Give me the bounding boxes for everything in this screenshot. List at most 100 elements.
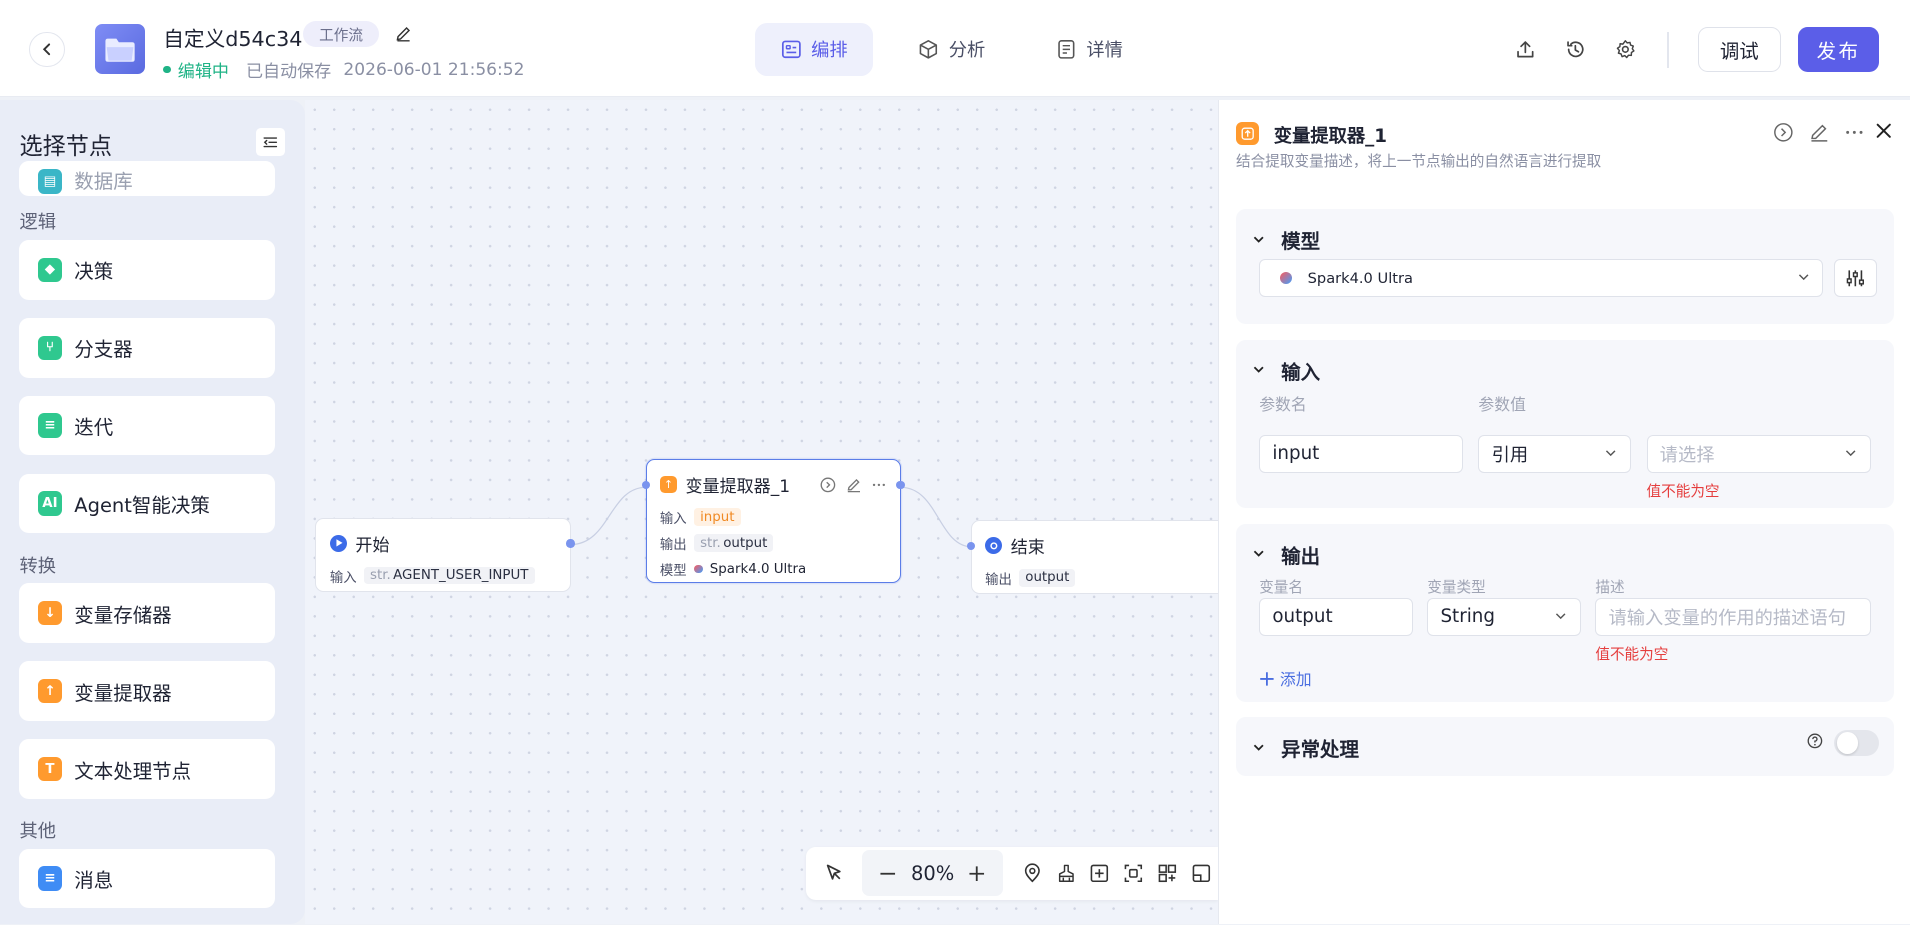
flow-node-end[interactable]: 结束 输出 output — [966, 520, 1239, 595]
workflow-canvas[interactable]: 开始 输入 str. AGENT_USER_INPUT ↑ 变量提取器_1 输入 … — [304, 99, 1239, 925]
more-icon[interactable] — [871, 477, 887, 493]
close-panel-button[interactable] — [1874, 121, 1893, 145]
model-select[interactable]: Spark4.0 Ultra — [1259, 259, 1824, 298]
node-item-database[interactable]: ▤ 数据库 — [19, 160, 276, 197]
edit-node-icon[interactable] — [846, 477, 862, 493]
node-item-variable-store[interactable]: ↓ 变量存储器 — [19, 583, 276, 643]
param-name-value: input — [1272, 443, 1320, 465]
param-name-input[interactable]: input — [1259, 434, 1463, 473]
output-port[interactable] — [566, 539, 575, 548]
minimap-icon — [1192, 864, 1210, 882]
add-output-button[interactable]: 添加 — [1259, 667, 1312, 690]
run-node-icon[interactable] — [820, 477, 836, 493]
input-port[interactable] — [966, 541, 976, 551]
export-button[interactable] — [1514, 38, 1537, 61]
chevron-down-icon[interactable] — [1251, 546, 1268, 563]
exception-toggle[interactable] — [1834, 729, 1880, 757]
model-params-button[interactable] — [1834, 259, 1877, 298]
node-item-text-processing[interactable]: T 文本处理节点 — [19, 739, 276, 799]
debug-button[interactable]: 调试 — [1697, 26, 1781, 72]
spark-icon — [1279, 272, 1292, 285]
run-node-icon[interactable] — [1773, 122, 1794, 143]
locate-button[interactable] — [1015, 856, 1049, 891]
input-section: 输入 参数名 参数值 input 引用 请选择 值不能为空 — [1236, 339, 1894, 508]
help-icon[interactable] — [1807, 733, 1823, 749]
group-other-label: 其他 — [19, 821, 57, 843]
zoom-level: 80% — [910, 861, 955, 885]
model-section-header: 模型 — [1251, 225, 1320, 254]
node-item-label: 数据库 — [74, 169, 133, 193]
node-item-branch[interactable]: ⑂ 分支器 — [19, 317, 276, 378]
zoom-out-button[interactable] — [871, 856, 906, 891]
chevron-down-icon[interactable] — [1251, 362, 1268, 379]
variable-extractor-icon: ↑ — [659, 476, 677, 494]
decision-icon: ◆ — [37, 257, 63, 282]
param-ref-type-select[interactable]: 引用 — [1478, 434, 1631, 473]
cube-icon — [919, 40, 938, 59]
ai-icon: AI — [37, 491, 63, 516]
node-item-label: 决策 — [74, 260, 114, 284]
history-button[interactable] — [1564, 38, 1587, 61]
cursor-icon — [826, 864, 841, 880]
var-type-select[interactable]: String — [1427, 598, 1581, 636]
param-value-placeholder: 请选择 — [1659, 444, 1715, 466]
tab-details[interactable]: 详情 — [1030, 23, 1148, 75]
var-name-input[interactable]: output — [1259, 598, 1413, 636]
edit-title-button[interactable] — [395, 24, 412, 47]
output-section-header: 输出 — [1251, 540, 1320, 569]
minimap-button[interactable] — [1184, 856, 1218, 891]
spark-icon — [693, 564, 703, 574]
select-tool-button[interactable] — [817, 856, 851, 891]
edit-node-icon[interactable] — [1809, 122, 1830, 143]
value-chip: str. output — [693, 534, 774, 552]
output-port[interactable] — [896, 480, 905, 490]
flow-node-start[interactable]: 开始 输入 str. AGENT_USER_INPUT — [315, 517, 575, 592]
node-picker-title: 选择节点 — [19, 133, 112, 160]
param-name-label: 参数名 — [1259, 395, 1307, 415]
node-picker-panel: 选择节点 ▤ 数据库 逻辑 ◆ 决策 ⑂ 分支器 ≡ 迭代 AI Agent智能… — [0, 99, 305, 925]
zoom-in-button[interactable] — [959, 856, 994, 891]
flow-node-output-row: 输出 str. output — [660, 533, 887, 553]
flow-node-input-row: 输入 input — [660, 507, 887, 527]
var-desc-input[interactable]: 请输入变量的作用的描述语句 — [1595, 598, 1871, 636]
tab-analysis[interactable]: 分析 — [893, 23, 1011, 75]
collapse-panel-button[interactable] — [255, 127, 285, 156]
document-icon — [1058, 40, 1075, 59]
location-icon — [1024, 863, 1040, 883]
node-item-decision[interactable]: ◆ 决策 — [19, 239, 276, 300]
tab-orchestrate[interactable]: 编排 — [755, 23, 874, 76]
text-icon: T — [37, 756, 63, 782]
more-icon[interactable] — [1844, 122, 1865, 143]
cleanup-button[interactable] — [1049, 856, 1083, 891]
node-item-variable-extractor[interactable]: ↑ 变量提取器 — [19, 661, 276, 721]
input-port[interactable] — [641, 480, 651, 490]
back-button[interactable] — [29, 31, 65, 67]
history-icon — [1567, 41, 1584, 58]
chevron-down-icon[interactable] — [1251, 739, 1268, 756]
flow-node-header: 开始 — [329, 531, 557, 556]
fit-view-button[interactable] — [1117, 856, 1151, 891]
add-node-button[interactable] — [1083, 856, 1117, 891]
param-value-select[interactable]: 请选择 — [1646, 434, 1871, 473]
chevron-down-icon — [1604, 443, 1617, 464]
folder-icon — [105, 38, 135, 62]
node-item-label: 消息 — [74, 869, 114, 893]
var-desc-error: 值不能为空 — [1595, 646, 1669, 664]
node-item-message[interactable]: ≡ 消息 — [19, 848, 276, 909]
flow-node-variable-extractor[interactable]: ↑ 变量提取器_1 输入 input 输出 str. output 模型 Spar… — [641, 459, 905, 584]
layout-button[interactable] — [1150, 856, 1184, 891]
group-transform-label: 转换 — [19, 555, 57, 577]
exception-section: 异常处理 — [1236, 717, 1894, 776]
chevron-down-icon — [1797, 270, 1810, 287]
node-item-agent[interactable]: AI Agent智能决策 — [19, 473, 276, 534]
status-row: 编辑中 已自动保存 2026-06-01 21:56:52 — [163, 57, 524, 82]
node-item-iteration[interactable]: ≡ 迭代 — [19, 395, 276, 456]
node-config-panel: 变量提取器_1 结合提取变量描述，将上一节点输出的自然语言进行提取 模型 Spa… — [1218, 99, 1910, 925]
var-type-label: 变量类型 — [1427, 579, 1486, 597]
plus-icon — [969, 865, 985, 881]
param-ref-type-value: 引用 — [1491, 444, 1529, 466]
orchestrate-icon — [781, 40, 801, 59]
settings-button[interactable] — [1614, 38, 1637, 61]
chevron-down-icon[interactable] — [1251, 231, 1268, 248]
publish-button[interactable]: 发布 — [1797, 26, 1880, 72]
